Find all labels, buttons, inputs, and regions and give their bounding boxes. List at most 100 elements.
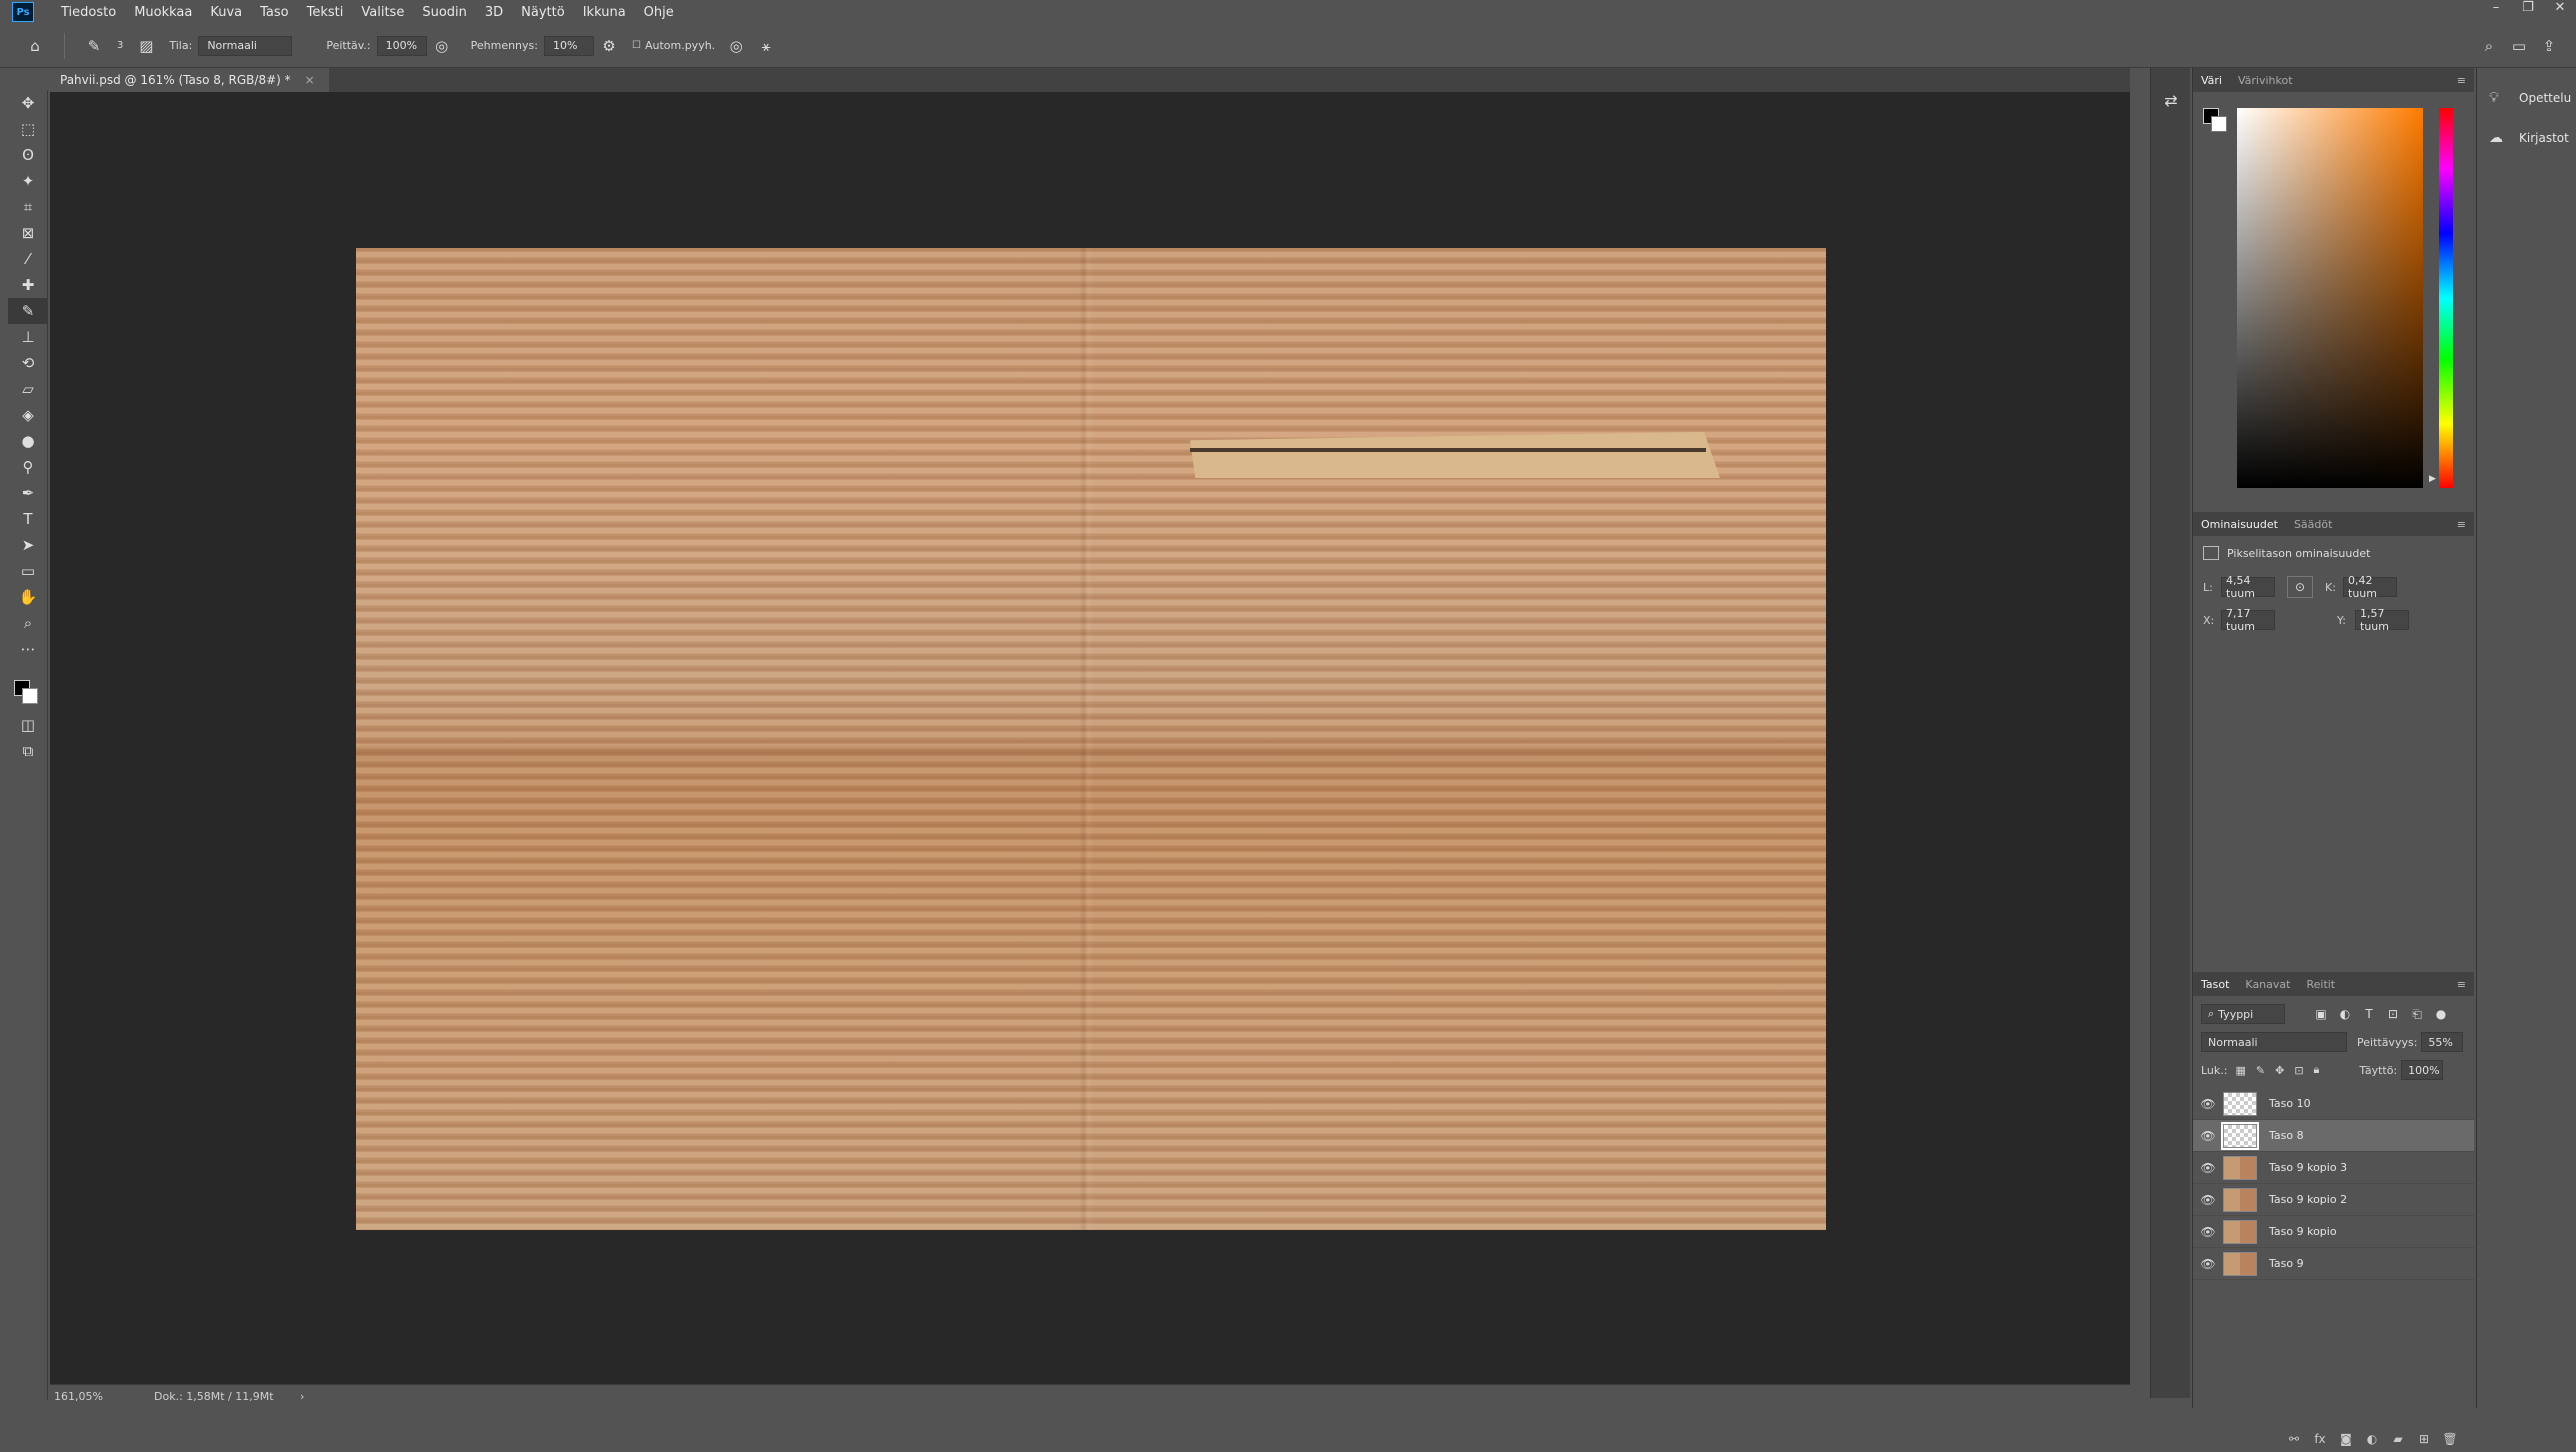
menu-kuva[interactable]: Kuva (201, 5, 251, 20)
panel-menu-icon[interactable]: ≡ (2457, 518, 2466, 531)
brush-size[interactable]: 3 (117, 40, 123, 51)
magic-wand-tool-icon[interactable]: ✦ (8, 168, 48, 194)
color-picker-field[interactable] (2237, 108, 2423, 488)
opacity-input[interactable]: 100% (376, 35, 427, 56)
menu-tiedosto[interactable]: Tiedosto (52, 5, 125, 20)
path-selection-tool-icon[interactable]: ➤ (8, 532, 48, 558)
menu-ohje[interactable]: Ohje (635, 5, 683, 20)
tab-reitit[interactable]: Reitit (2306, 978, 2335, 991)
filter-toggle-icon[interactable]: ● (2429, 1007, 2453, 1022)
brush-panel-icon[interactable]: ▨ (135, 35, 157, 57)
menu-muokkaa[interactable]: Muokkaa (125, 5, 201, 20)
visibility-eye-icon[interactable]: 👁︎ (2193, 1225, 2223, 1239)
filter-shape-icon[interactable]: ⊡ (2381, 1007, 2405, 1022)
tab-tasot[interactable]: Tasot (2201, 978, 2229, 991)
rectangle-tool-icon[interactable]: ▭ (8, 558, 48, 584)
layer-row[interactable]: 👁︎ Taso 9 (2193, 1248, 2474, 1280)
filter-smart-icon[interactable]: ⎗ (2405, 1007, 2429, 1022)
visibility-eye-icon[interactable]: 👁︎ (2193, 1097, 2223, 1111)
crop-tool-icon[interactable]: ⌗ (8, 194, 48, 220)
lock-pixels-icon[interactable]: ✎ (2256, 1064, 2265, 1077)
history-brush-tool-icon[interactable]: ⟲ (8, 350, 48, 376)
dodge-tool-icon[interactable]: ⚲ (8, 454, 48, 480)
symmetry-icon[interactable]: ⚹ (755, 35, 777, 57)
close-tab-icon[interactable]: × (305, 73, 315, 87)
background-color-swatch[interactable] (2211, 116, 2227, 132)
quick-mask-icon[interactable]: ◫ (8, 712, 48, 738)
add-mask-icon[interactable]: ◙ (2333, 1432, 2359, 1446)
tab-varivihkot[interactable]: Värivihkot (2238, 74, 2293, 87)
visibility-eye-icon[interactable]: 👁︎ (2193, 1193, 2223, 1207)
y-field[interactable]: 1,57 tuum (2355, 607, 2409, 633)
share-icon[interactable]: ⇪ (2538, 35, 2560, 57)
layer-row[interactable]: 👁︎ Taso 9 kopio 2 (2193, 1184, 2474, 1216)
layer-row-selected[interactable]: 👁︎ Taso 8 (2193, 1120, 2474, 1152)
search-icon[interactable]: ⌕ (2478, 35, 2500, 57)
workspace-icon[interactable]: ▭ (2508, 35, 2530, 57)
mode-dropdown[interactable]: Normaali (198, 35, 293, 56)
visibility-eye-icon[interactable]: 👁︎ (2193, 1129, 2223, 1143)
cardboard-image[interactable] (356, 248, 1826, 1230)
close-button[interactable]: ✕ (2544, 0, 2576, 20)
screen-mode-icon[interactable]: ⧉ (8, 738, 48, 764)
menu-3d[interactable]: 3D (476, 5, 512, 20)
visibility-eye-icon[interactable]: 👁︎ (2193, 1257, 2223, 1271)
status-menu-arrow[interactable]: › (300, 1390, 304, 1403)
menu-taso[interactable]: Taso (251, 5, 297, 20)
brush-tool-icon[interactable]: ✎ (8, 298, 48, 324)
learn-button[interactable]: 💡︎ Opettelu (2477, 78, 2576, 118)
background-color-swatch[interactable] (22, 688, 38, 704)
layer-filter-dropdown[interactable]: ⌕ Tyyppi (2201, 1004, 2285, 1024)
new-group-icon[interactable]: ▰ (2385, 1432, 2411, 1446)
lock-transparent-icon[interactable]: ▦ (2235, 1064, 2245, 1077)
type-tool-icon[interactable]: T (8, 506, 48, 532)
gear-icon[interactable]: ⚙ (598, 35, 620, 57)
flow-input[interactable]: 10% (543, 35, 594, 56)
history-panel-icon[interactable]: ⇄ (2151, 82, 2191, 118)
restore-button[interactable]: ❐ (2512, 0, 2544, 20)
layer-opacity-input[interactable]: 55% (2421, 1032, 2464, 1052)
new-layer-icon[interactable]: ⊞ (2411, 1432, 2437, 1446)
tab-kanavat[interactable]: Kanavat (2245, 978, 2290, 991)
home-icon[interactable]: ⌂ (24, 35, 46, 57)
menu-suodin[interactable]: Suodin (413, 5, 476, 20)
auto-erase-checkbox[interactable]: ☐ (632, 40, 641, 51)
filter-type-icon[interactable]: T (2357, 1007, 2381, 1022)
lock-artboard-icon[interactable]: ⊡ (2294, 1064, 2303, 1077)
lasso-tool-icon[interactable]: ʘ (8, 142, 48, 168)
link-layers-icon[interactable]: ⚯ (2281, 1432, 2307, 1446)
canvas-area[interactable] (50, 92, 2130, 1384)
filter-pixel-icon[interactable]: ▣ (2309, 1007, 2333, 1022)
fill-input[interactable]: 100% (2401, 1060, 2444, 1080)
pen-tool-icon[interactable]: ✒ (8, 480, 48, 506)
layer-row[interactable]: 👁︎ Taso 9 kopio 3 (2193, 1152, 2474, 1184)
lock-position-icon[interactable]: ✥ (2275, 1064, 2284, 1077)
marquee-tool-icon[interactable]: ⬚ (8, 116, 48, 142)
trash-icon[interactable]: 🗑︎ (2437, 1432, 2463, 1446)
link-icon[interactable]: ⊙ (2287, 576, 2313, 598)
fx-icon[interactable]: fx (2307, 1432, 2333, 1446)
libraries-button[interactable]: ☁ Kirjastot (2477, 118, 2576, 158)
menu-ikkuna[interactable]: Ikkuna (574, 5, 635, 20)
width-field[interactable]: 4,54 tuum (2221, 574, 2275, 600)
more-tools-icon[interactable]: ⋯ (8, 636, 48, 662)
eyedropper-tool-icon[interactable]: ⁄ (8, 246, 48, 272)
filter-adjustment-icon[interactable]: ◐ (2333, 1007, 2357, 1022)
document-tab[interactable]: Pahvii.psd @ 161% (Taso 8, RGB/8#) * × (50, 68, 329, 92)
zoom-level[interactable]: 161,05% (50, 1390, 130, 1403)
tab-vari[interactable]: Väri (2201, 74, 2222, 87)
hand-tool-icon[interactable]: ✋ (8, 584, 48, 610)
blend-mode-dropdown[interactable]: Normaali (2201, 1032, 2347, 1052)
hue-slider[interactable] (2439, 108, 2453, 488)
clone-stamp-tool-icon[interactable]: ⊥ (8, 324, 48, 350)
move-tool-icon[interactable]: ✥ (8, 90, 48, 116)
layer-row[interactable]: 👁︎ Taso 9 kopio (2193, 1216, 2474, 1248)
paint-bucket-tool-icon[interactable]: ◈ (8, 402, 48, 428)
menu-valitse[interactable]: Valitse (352, 5, 413, 20)
frame-tool-icon[interactable]: ⊠ (8, 220, 48, 246)
x-field[interactable]: 7,17 tuum (2221, 607, 2275, 633)
adjustment-layer-icon[interactable]: ◐ (2359, 1432, 2385, 1446)
lock-all-icon[interactable]: 🔒︎ (2314, 1063, 2320, 1077)
visibility-eye-icon[interactable]: 👁︎ (2193, 1161, 2223, 1175)
pressure-size-icon[interactable]: ◎ (725, 35, 747, 57)
